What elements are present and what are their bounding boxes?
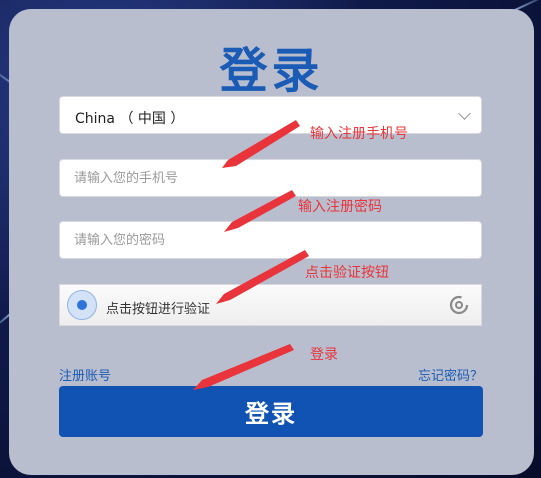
phone-field: [59, 159, 482, 197]
chevron-down-icon: [458, 107, 471, 120]
country-select[interactable]: China （ 中国 ）: [59, 96, 482, 134]
login-button[interactable]: 登录: [59, 386, 483, 437]
login-card: 登录 China （ 中国 ） 点击按钮进行验证 注册账号 忘记密码？ 登录: [9, 9, 534, 475]
captcha-logo-icon: [449, 295, 469, 315]
annotation-label-login: 登录: [310, 347, 338, 363]
annotation-label-captcha: 点击验证按钮: [305, 265, 389, 281]
password-input[interactable]: [60, 222, 481, 258]
annotation-label-password: 输入注册密码: [298, 199, 382, 215]
annotation-label-phone: 输入注册手机号: [310, 126, 408, 142]
country-select-value: China （ 中国 ）: [75, 111, 185, 127]
forgot-password-link[interactable]: 忘记密码？: [418, 365, 483, 384]
captcha-label: 点击按钮进行验证: [106, 302, 211, 317]
page-title: 登录: [219, 43, 324, 99]
phone-input[interactable]: [60, 160, 481, 196]
password-field: [59, 221, 482, 259]
captcha-verify-button[interactable]: 点击按钮进行验证: [59, 284, 482, 326]
captcha-icon: [67, 290, 97, 320]
register-link[interactable]: 注册账号: [59, 365, 111, 384]
